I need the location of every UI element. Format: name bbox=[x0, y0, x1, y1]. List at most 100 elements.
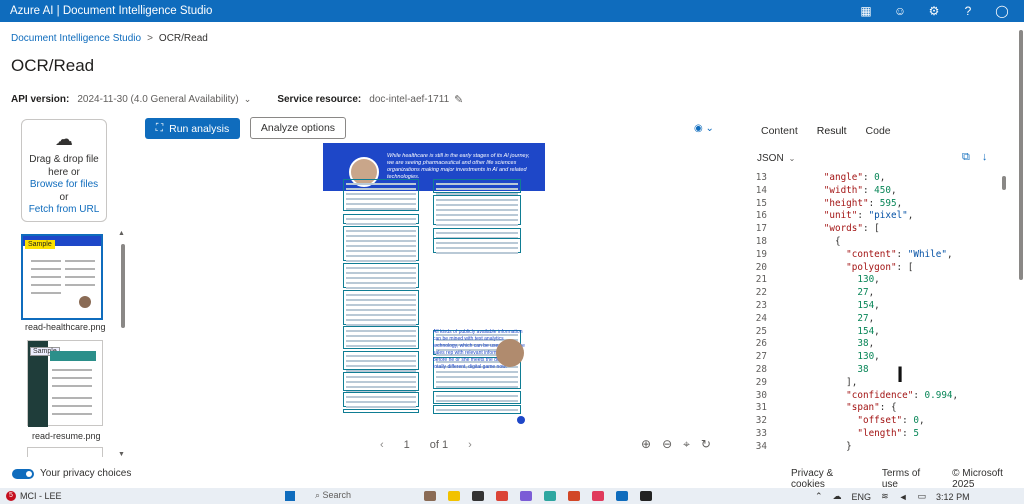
code-text: 38 bbox=[857, 363, 869, 375]
tab-content[interactable]: Content bbox=[761, 125, 798, 137]
ocr-bounding-box[interactable] bbox=[343, 351, 419, 372]
taskbar-user[interactable]: 5 MCI - LEE bbox=[6, 491, 62, 501]
app-icon[interactable] bbox=[520, 491, 532, 501]
file-name-healthcare[interactable]: read-healthcare.png bbox=[25, 322, 106, 332]
prev-page-button[interactable]: ‹ bbox=[380, 439, 384, 451]
text-line bbox=[346, 218, 416, 220]
ocr-bounding-box[interactable] bbox=[343, 372, 419, 393]
app-icon[interactable] bbox=[424, 491, 436, 501]
file-thumbnail-partial[interactable] bbox=[27, 447, 103, 457]
ocr-bounding-box[interactable] bbox=[343, 409, 419, 413]
help-icon[interactable]: ? bbox=[960, 4, 976, 18]
privacy-choices[interactable]: Your privacy choices bbox=[12, 468, 131, 479]
code-scrollbar[interactable] bbox=[1002, 176, 1006, 190]
volume-icon[interactable]: ◄ bbox=[899, 492, 908, 502]
text-line bbox=[346, 235, 416, 237]
run-analysis-button[interactable]: ⛶ Run analysis bbox=[145, 118, 240, 139]
page-number-input[interactable]: 1 bbox=[404, 439, 410, 451]
gear-icon[interactable]: ⚙ bbox=[926, 4, 942, 18]
ocr-bounding-box[interactable] bbox=[343, 179, 419, 211]
app-icon[interactable] bbox=[472, 491, 484, 501]
next-page-button[interactable]: › bbox=[468, 439, 472, 451]
windows-start-icon[interactable] bbox=[285, 491, 295, 501]
vscode-icon[interactable] bbox=[616, 491, 628, 501]
battery-icon[interactable]: ▭ bbox=[918, 491, 927, 502]
text-line bbox=[436, 209, 518, 211]
ocr-bounding-box[interactable] bbox=[343, 326, 419, 349]
app-title[interactable]: Azure AI | Document Intelligence Studio bbox=[10, 5, 212, 17]
ocr-bounding-box[interactable] bbox=[433, 195, 521, 226]
folder-icon[interactable] bbox=[448, 491, 460, 501]
json-code-view[interactable]: 13 "angle": 0, 14 "width": 450, 15 "height… bbox=[745, 172, 1008, 453]
terms-link[interactable]: Terms of use bbox=[882, 468, 936, 490]
code-text: "angle": 0, bbox=[823, 172, 886, 183]
cloud-icon[interactable]: ☁ bbox=[833, 491, 842, 502]
page-marker-dot[interactable] bbox=[517, 416, 525, 424]
zoom-out-icon[interactable]: ⊖ bbox=[662, 437, 672, 452]
taskbar-apps bbox=[424, 491, 652, 501]
scroll-down-icon[interactable]: ▼ bbox=[118, 451, 125, 458]
file-thumbnail-healthcare[interactable]: Sample bbox=[21, 234, 103, 320]
code-line: 14 "width": 450, bbox=[745, 185, 1008, 198]
file-dropzone[interactable]: ☁ Drag & drop file here or Browse for fi… bbox=[21, 119, 107, 222]
sample-badge: Sample bbox=[25, 240, 55, 249]
person-icon[interactable]: ◯ bbox=[994, 4, 1010, 18]
smiley-icon[interactable]: ☺ bbox=[892, 4, 908, 18]
fit-to-page-icon[interactable]: ⌖ bbox=[683, 437, 690, 452]
browse-files-link[interactable]: Browse for files bbox=[22, 179, 106, 192]
text-line bbox=[346, 355, 416, 357]
copy-icon[interactable]: ⧉ bbox=[962, 151, 970, 164]
download-icon[interactable]: ↓ bbox=[982, 151, 988, 164]
file-name-resume[interactable]: read-resume.png bbox=[32, 431, 101, 441]
system-tray: ⌃ ☁ ENG ≋ ◄ ▭ 3:12 PM bbox=[815, 491, 970, 502]
app-icon[interactable] bbox=[568, 491, 580, 501]
language-indicator[interactable]: ENG bbox=[852, 492, 872, 502]
view-options[interactable]: ◉ ⌄ bbox=[694, 123, 714, 134]
ocr-bounding-box[interactable] bbox=[433, 405, 521, 414]
rotate-icon[interactable]: ↻ bbox=[701, 437, 711, 452]
scroll-up-icon[interactable]: ▲ bbox=[118, 230, 125, 237]
page-total: of 1 bbox=[429, 439, 449, 451]
tab-code[interactable]: Code bbox=[866, 125, 891, 137]
app-icon[interactable] bbox=[592, 491, 604, 501]
wifi-icon[interactable]: ≋ bbox=[881, 491, 889, 502]
text-line bbox=[346, 406, 416, 408]
privacy-cookies-link[interactable]: Privacy & cookies bbox=[791, 468, 866, 490]
zoom-in-icon[interactable]: ⊕ bbox=[641, 437, 651, 452]
result-tabs: Content Result Code bbox=[761, 125, 891, 137]
taskbar-search[interactable]: ⌕ Search bbox=[315, 490, 351, 501]
format-dropdown[interactable]: JSON ⌄ bbox=[757, 153, 795, 164]
page-scrollbar[interactable] bbox=[1019, 30, 1023, 280]
api-version-select[interactable]: 2024-11-30 (4.0 General Availability) bbox=[77, 94, 238, 105]
analyze-options-button[interactable]: Analyze options bbox=[250, 117, 346, 139]
grid-icon[interactable]: ▦ bbox=[858, 4, 874, 18]
fetch-url-link[interactable]: Fetch from URL bbox=[22, 204, 106, 217]
ocr-bounding-box[interactable] bbox=[433, 391, 521, 404]
service-resource-label: Service resource: bbox=[277, 94, 362, 105]
ocr-bounding-box[interactable] bbox=[343, 392, 419, 408]
tab-result[interactable]: Result bbox=[817, 125, 847, 137]
edge-icon[interactable] bbox=[544, 491, 556, 501]
terminal-icon[interactable] bbox=[640, 491, 652, 501]
code-text: "words": [ bbox=[823, 223, 880, 235]
text-line bbox=[346, 282, 416, 284]
text-line bbox=[346, 250, 416, 252]
notification-badge: 5 bbox=[6, 491, 16, 501]
chevron-down-icon[interactable]: ⌄ bbox=[244, 94, 252, 105]
chrome-icon[interactable] bbox=[496, 491, 508, 501]
clock[interactable]: 3:12 PM bbox=[936, 492, 970, 502]
file-thumbnail-resume[interactable]: Sample bbox=[27, 340, 103, 427]
code-text: "polygon": [ bbox=[846, 261, 914, 273]
ocr-bounding-box[interactable] bbox=[343, 226, 419, 262]
ocr-bounding-box[interactable] bbox=[343, 214, 419, 225]
breadcrumb-root[interactable]: Document Intelligence Studio bbox=[11, 33, 141, 44]
ocr-bounding-box[interactable] bbox=[343, 263, 419, 289]
chevron-up-icon[interactable]: ⌃ bbox=[815, 491, 823, 502]
ocr-bounding-box[interactable] bbox=[433, 238, 521, 254]
ocr-bounding-box[interactable] bbox=[433, 179, 521, 195]
line-number: 21 bbox=[755, 274, 767, 286]
ocr-bounding-box[interactable] bbox=[343, 290, 419, 326]
thumb-line bbox=[31, 284, 61, 286]
edit-pencil-icon[interactable]: ✎ bbox=[454, 93, 463, 106]
thumbnail-scrollbar[interactable] bbox=[121, 244, 125, 328]
